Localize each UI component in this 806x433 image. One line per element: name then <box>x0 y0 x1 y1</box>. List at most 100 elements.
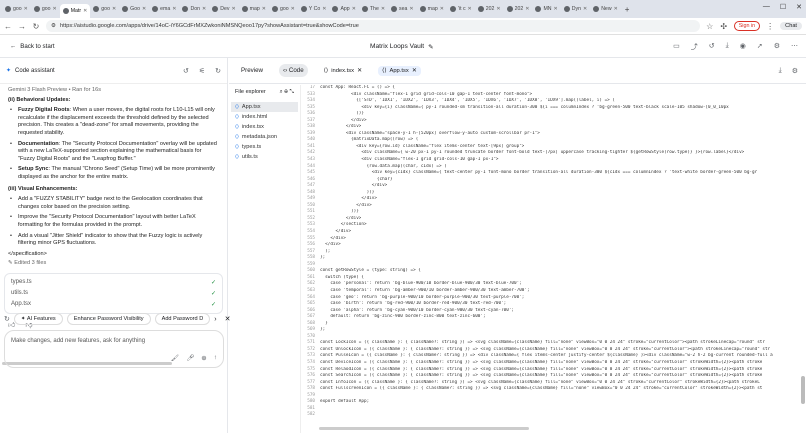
url-input[interactable]: ⚙ https://aistudio.google.com/apps/drive… <box>46 20 700 32</box>
brush-icon[interactable]: 🖌︎ <box>171 354 179 362</box>
history-icon[interactable]: ↺ <box>709 42 715 52</box>
close-icon[interactable]: ✕ <box>412 68 417 74</box>
close-tab-icon[interactable]: ✕ <box>554 6 558 12</box>
browser-tab[interactable]: App ✕ <box>329 2 358 16</box>
chip-enhance-password[interactable]: Enhance Password Visibility <box>66 313 151 325</box>
browser-tab[interactable]: MN ✕ <box>532 2 560 16</box>
settings-icon[interactable]: ⚙ <box>774 42 780 52</box>
close-window-icon[interactable]: ✕ <box>796 3 802 11</box>
close-tab-icon[interactable]: ✕ <box>468 6 472 12</box>
close-tab-icon[interactable]: ✕ <box>352 6 356 12</box>
file-tab-app-tsx[interactable]: ⟨⟩ App.tsx ✕ <box>377 65 421 76</box>
deploy-icon[interactable]: ➚ <box>757 42 763 52</box>
refresh-icon[interactable]: ↻ <box>215 67 221 75</box>
share-icon[interactable]: ⤴ <box>691 42 698 52</box>
chevron-right-icon[interactable]: › <box>214 316 216 323</box>
reload-icon[interactable]: ↻ <box>32 22 40 31</box>
close-tab-icon[interactable]: ✕ <box>409 6 413 12</box>
close-tab-icon[interactable]: ✕ <box>112 6 116 12</box>
close-icon[interactable]: ✕ <box>357 68 362 74</box>
more-icon[interactable]: ⋯ <box>791 42 798 52</box>
close-tab-icon[interactable]: ✕ <box>262 6 266 12</box>
close-tab-icon[interactable]: ✕ <box>231 6 235 12</box>
add-file-icon[interactable]: ⊕ <box>284 89 288 95</box>
browser-tab[interactable]: ema ✕ <box>149 2 179 16</box>
close-tab-icon[interactable]: ✕ <box>381 6 385 12</box>
browser-tab[interactable]: Dyn ✕ <box>561 2 590 16</box>
explorer-file[interactable]: ⟨⟩ metadata.json <box>235 132 294 142</box>
close-tab-icon[interactable]: ✕ <box>496 6 500 12</box>
send-icon[interactable]: ↑ <box>214 354 217 362</box>
new-tab-icon[interactable]: + <box>625 5 630 14</box>
github-icon[interactable]: ◉ <box>740 42 746 52</box>
back-to-start-button[interactable]: ← Back to start <box>10 43 55 50</box>
settings-icon[interactable]: ⚙ <box>792 67 798 75</box>
close-tab-icon[interactable]: ✕ <box>525 6 529 12</box>
mic-icon[interactable]: 🎤︎ <box>186 354 194 362</box>
browser-tab[interactable]: goo ✕ <box>2 2 31 16</box>
close-tab-icon[interactable]: ✕ <box>83 8 87 14</box>
refresh-suggestions-icon[interactable]: ↻ <box>4 315 10 323</box>
file-row[interactable]: App.tsx ✓ <box>11 299 216 310</box>
download-icon[interactable]: ⤓ <box>726 42 729 52</box>
browser-tab[interactable]: goo ✕ <box>90 2 119 16</box>
forward-arrow-icon[interactable]: → <box>18 22 26 31</box>
site-info-icon[interactable]: ⚙ <box>51 23 56 29</box>
browser-tab[interactable]: 202 ✕ <box>475 2 504 16</box>
screen-icon[interactable]: ▭ <box>673 42 680 52</box>
collapse-icon[interactable]: ⤡ <box>290 89 294 95</box>
browser-tab[interactable]: goo ✕ <box>269 2 298 16</box>
browser-tab[interactable]: 202 ✕ <box>504 2 533 16</box>
history-icon[interactable]: ↺ <box>183 67 189 75</box>
explorer-file[interactable]: ⟨⟩ types.ts <box>235 142 294 152</box>
browser-tab[interactable]: Matr ✕ <box>59 4 91 18</box>
explorer-file[interactable]: ⟨⟩ utils.ts <box>235 152 294 162</box>
close-tab-icon[interactable]: ✕ <box>583 6 587 12</box>
file-tab-index-tsx[interactable]: ⟨⟩ index.tsx ✕ <box>320 66 366 76</box>
browser-tab[interactable]: goo ✕ <box>31 2 60 16</box>
close-tab-icon[interactable]: ✕ <box>202 6 206 12</box>
minimize-icon[interactable]: — <box>763 3 770 11</box>
file-row[interactable]: types.ts ✓ <box>11 277 216 288</box>
horizontal-scrollbar[interactable] <box>319 427 529 430</box>
maximize-icon[interactable]: ☐ <box>780 3 786 11</box>
close-tab-icon[interactable]: ✕ <box>440 6 444 12</box>
edited-files-label[interactable]: ✎ Edited 3 files <box>8 260 219 268</box>
bookmark-star-icon[interactable]: ☆ <box>706 22 714 31</box>
browser-tab[interactable]: Dev ✕ <box>209 2 238 16</box>
explorer-file[interactable]: ⟨⟩ App.tsx <box>231 102 298 112</box>
close-tab-icon[interactable]: ✕ <box>322 6 326 12</box>
browser-tab[interactable]: map ✕ <box>239 2 269 16</box>
chat-button[interactable]: Chat <box>780 22 802 30</box>
browser-tab[interactable]: Don ✕ <box>179 2 209 16</box>
browser-tab[interactable]: 'it c ✕ <box>447 2 475 16</box>
explorer-file[interactable]: ⟨⟩ index.tsx <box>235 122 294 132</box>
tune-icon[interactable]: ⚟ <box>199 67 205 75</box>
chip-add-password[interactable]: Add Password D <box>154 313 211 325</box>
browser-tab[interactable]: New ✕ <box>590 2 621 16</box>
download-icon[interactable]: ⤓ <box>779 67 782 75</box>
browser-tab[interactable]: Goo ✕ <box>119 2 149 16</box>
close-tab-icon[interactable]: ✕ <box>142 6 146 12</box>
extensions-icon[interactable]: ✣ <box>720 22 728 31</box>
browser-tab[interactable]: map ✕ <box>417 2 447 16</box>
close-tab-icon[interactable]: ✕ <box>614 6 618 12</box>
close-tab-icon[interactable]: ✕ <box>53 6 57 12</box>
chip-ai-features[interactable]: ✦ AI Features <box>13 313 63 325</box>
sign-in-button[interactable]: Sign in <box>733 21 761 31</box>
tab-preview[interactable]: Preview <box>237 64 267 77</box>
close-tab-icon[interactable]: ✕ <box>172 6 176 12</box>
edit-pencil-icon[interactable]: ✎ <box>428 43 434 51</box>
file-row[interactable]: utils.ts ✓ <box>11 288 216 299</box>
close-tab-icon[interactable]: ✕ <box>291 6 295 12</box>
browser-tab[interactable]: Y Co ✕ <box>298 2 330 16</box>
search-icon[interactable]: ⌕ <box>280 89 283 95</box>
explorer-file[interactable]: ⟨⟩ index.html <box>235 112 294 122</box>
browser-tab[interactable]: The ✕ <box>359 2 388 16</box>
tab-code[interactable]: ‹› Code <box>279 64 308 77</box>
back-arrow-icon[interactable]: ← <box>4 22 12 31</box>
menu-icon[interactable]: ⋮ <box>766 22 774 31</box>
close-tab-icon[interactable]: ✕ <box>24 6 28 12</box>
prompt-input[interactable]: Make changes, add new features, ask for … <box>4 330 224 368</box>
browser-tab[interactable]: sea ✕ <box>388 2 417 16</box>
